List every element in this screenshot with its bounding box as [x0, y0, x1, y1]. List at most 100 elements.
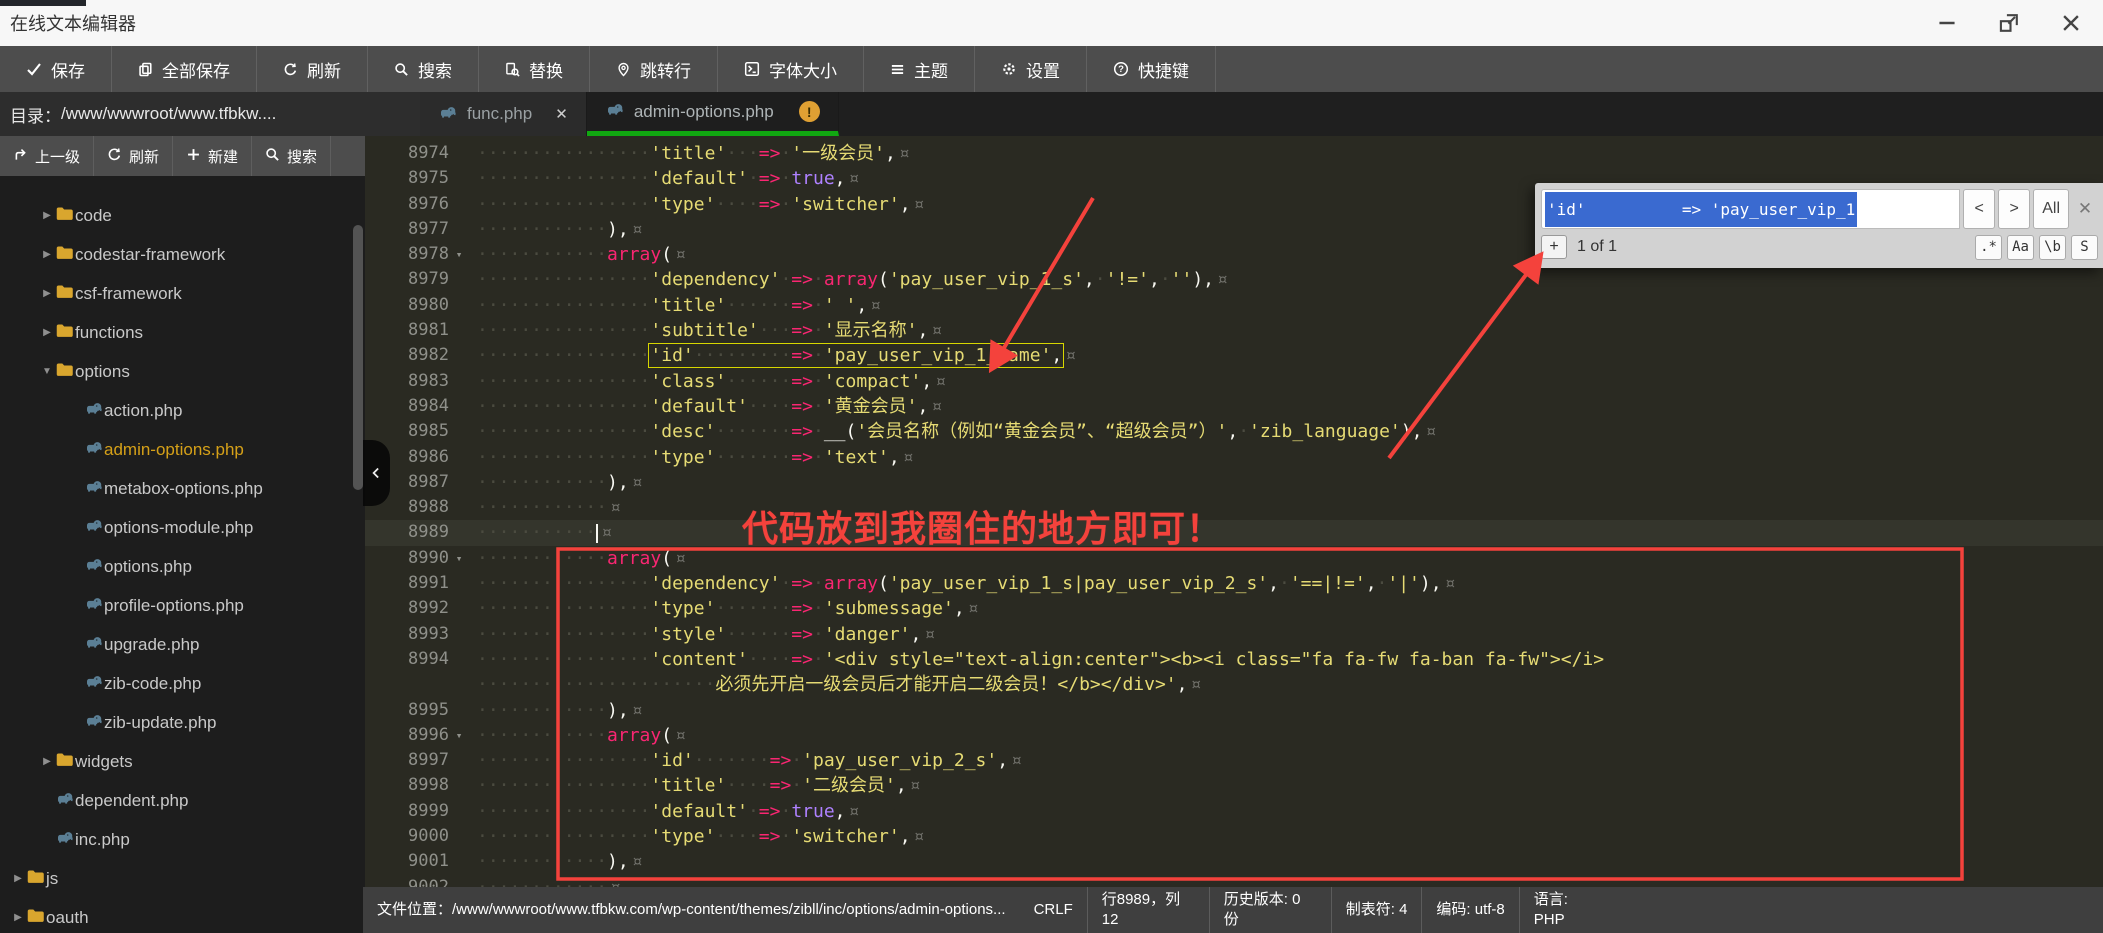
add-search-row-button[interactable]: + — [1541, 235, 1567, 259]
search-toggle-Aa[interactable]: Aa — [2007, 235, 2034, 260]
close-search-button[interactable]: ✕ — [2072, 189, 2098, 229]
toolbar-refresh-button[interactable]: 刷新 — [257, 46, 368, 92]
fold-spacer — [449, 647, 469, 672]
tree-item-oauth[interactable]: ▶oauth — [0, 898, 365, 933]
tree-item-upgrade.php[interactable]: upgrade.php — [0, 625, 365, 664]
status-segment-0: CRLF — [1020, 887, 1087, 933]
php-file-icon — [605, 101, 625, 122]
folder-collapsed-icon[interactable]: ▶ — [39, 756, 55, 767]
tree-item-label: options.php — [104, 557, 192, 577]
code-line-8980: 8980················'title'······=>·' ',… — [365, 293, 2103, 318]
toolbar-settings-button[interactable]: 设置 — [975, 46, 1087, 92]
search-toggle-\b[interactable]: \b — [2039, 235, 2066, 260]
folder-collapsed-icon[interactable]: ▶ — [10, 873, 26, 884]
toolbar-theme-button[interactable]: 主题 — [864, 46, 975, 92]
close-window-button[interactable] — [2057, 9, 2085, 37]
fold-spacer — [449, 267, 469, 292]
fold-spacer — [449, 622, 469, 647]
tree-item-zib-update.php[interactable]: zib-update.php — [0, 703, 365, 742]
maximize-button[interactable] — [1995, 9, 2023, 37]
toolbar-save-button[interactable]: 保存 — [0, 46, 112, 92]
sidebar-scrollbar-thumb[interactable] — [353, 225, 363, 490]
tree-item-options[interactable]: ▼options — [0, 352, 365, 391]
eol-marker: ¤ — [928, 396, 942, 417]
line-gutter: 8974 — [365, 141, 477, 166]
php-file-icon — [55, 829, 75, 850]
minimize-button[interactable] — [1933, 9, 1961, 37]
explorer-search-button[interactable]: 搜索 — [252, 136, 331, 176]
tree-item-profile-options.php[interactable]: profile-options.php — [0, 586, 365, 625]
tree-item-code[interactable]: ▶ code — [0, 196, 365, 235]
explorer-new-label: 新建 — [208, 146, 238, 167]
tree-item-widgets[interactable]: ▶widgets — [0, 742, 365, 781]
tab-close-icon[interactable]: ✕ — [555, 105, 568, 123]
line-gutter: 8981 — [365, 318, 477, 343]
toolbar-goto-line-button[interactable]: 跳转行 — [590, 46, 718, 92]
toolbar-font-size-button[interactable]: 字体大小 — [718, 46, 864, 92]
eol-marker: ¤ — [629, 472, 643, 493]
tab-admin-options.php[interactable]: admin-options.php! — [587, 92, 839, 136]
explorer-new-button[interactable]: 新建 — [173, 136, 252, 176]
toolbar-replace-label: 替换 — [529, 57, 563, 82]
search-toggle-.*[interactable]: .* — [1975, 235, 2002, 260]
eol-marker: ¤ — [1442, 573, 1456, 594]
find-previous-button[interactable]: < — [1963, 189, 1995, 229]
tree-item-zib-code.php[interactable]: zib-code.php — [0, 664, 365, 703]
toolbar-shortcuts-label: 快捷键 — [1138, 57, 1189, 82]
fold-spacer — [449, 318, 469, 343]
php-file-icon — [84, 673, 104, 694]
tree-item-options.php[interactable]: options.php — [0, 547, 365, 586]
folder-icon — [55, 283, 75, 305]
folder-expanded-icon[interactable]: ▼ — [39, 366, 55, 377]
folder-collapsed-icon[interactable]: ▶ — [10, 912, 26, 923]
code-line-8981: 8981················'subtitle'···=>·'显示名… — [365, 318, 2103, 343]
search-input[interactable]: 'id' => 'pay_user_vip_1 — [1541, 189, 1960, 229]
code-line-8994: 8994················'content'····=>·'<di… — [365, 647, 2103, 672]
find-all-button[interactable]: All — [2033, 189, 2069, 229]
toolbar-replace-button[interactable]: 替换 — [479, 46, 590, 92]
fold-arrow-icon[interactable]: ▾ — [449, 546, 469, 571]
copydocs-icon — [138, 62, 153, 77]
tab-func.php[interactable]: func.php✕ — [420, 92, 587, 136]
tree-item-options-module.php[interactable]: options-module.php — [0, 508, 365, 547]
tree-item-action.php[interactable]: action.php — [0, 391, 365, 430]
tree-item-admin-options.php[interactable]: admin-options.php — [0, 430, 365, 469]
fold-arrow-icon[interactable]: ▾ — [449, 242, 469, 267]
toolbar-font-size-label: 字体大小 — [769, 57, 837, 82]
tree-item-codestar-framework[interactable]: ▶codestar-framework — [0, 235, 365, 274]
toolbar-save-all-button[interactable]: 全部保存 — [112, 46, 257, 92]
eol-marker: ¤ — [1008, 750, 1022, 771]
code-line-8986: 8986················'type'·······=>·'tex… — [365, 445, 2103, 470]
eol-marker: ¤ — [921, 624, 935, 645]
tree-item-csf-framework[interactable]: ▶csf-framework — [0, 274, 365, 313]
status-segment-5: 语言: PHP — [1519, 887, 1597, 933]
folder-collapsed-icon[interactable]: ▶ — [39, 249, 55, 260]
tree-item-dependent.php[interactable]: dependent.php — [0, 781, 365, 820]
fold-arrow-icon[interactable]: ▾ — [449, 723, 469, 748]
tree-item-label: code — [75, 206, 112, 226]
search-options-row: + 1 of 1 .*Aa\bS — [1541, 231, 2098, 263]
toolbar-shortcuts-button[interactable]: ?快捷键 — [1087, 46, 1216, 92]
status-bar: 文件位置：/www/wwwroot/www.tfbkw.com/wp-conte… — [363, 887, 2103, 933]
tree-item-js[interactable]: ▶js — [0, 859, 365, 898]
php-file-icon — [84, 517, 104, 538]
folder-collapsed-icon[interactable]: ▶ — [39, 327, 55, 338]
toolbar-search-button[interactable]: 搜索 — [368, 46, 479, 92]
tree-item-metabox-options.php[interactable]: metabox-options.php — [0, 469, 365, 508]
sidebar-collapse-handle[interactable] — [363, 440, 390, 506]
tree-item-functions[interactable]: ▶functions — [0, 313, 365, 352]
tree-item-label: zib-update.php — [104, 713, 216, 733]
line-gutter: 8993 — [365, 622, 477, 647]
folder-collapsed-icon[interactable]: ▶ — [39, 288, 55, 299]
code-line-8979: 8979················'dependency'·=>·arra… — [365, 267, 2103, 292]
search-toggle-S[interactable]: S — [2071, 235, 2098, 260]
line-content: ················'subtitle'···=>·'显示名称',¤ — [477, 318, 942, 343]
line-number: 8977 — [365, 217, 449, 242]
line-content: ············array(¤ — [477, 723, 686, 748]
folder-collapsed-icon[interactable]: ▶ — [39, 210, 55, 221]
explorer-refresh-button[interactable]: 刷新 — [94, 136, 173, 176]
line-gutter: 8992 — [365, 596, 477, 621]
find-next-button[interactable]: > — [1998, 189, 2030, 229]
tree-item-inc.php[interactable]: inc.php — [0, 820, 365, 859]
explorer-up-level-button[interactable]: 上一级 — [0, 136, 94, 176]
